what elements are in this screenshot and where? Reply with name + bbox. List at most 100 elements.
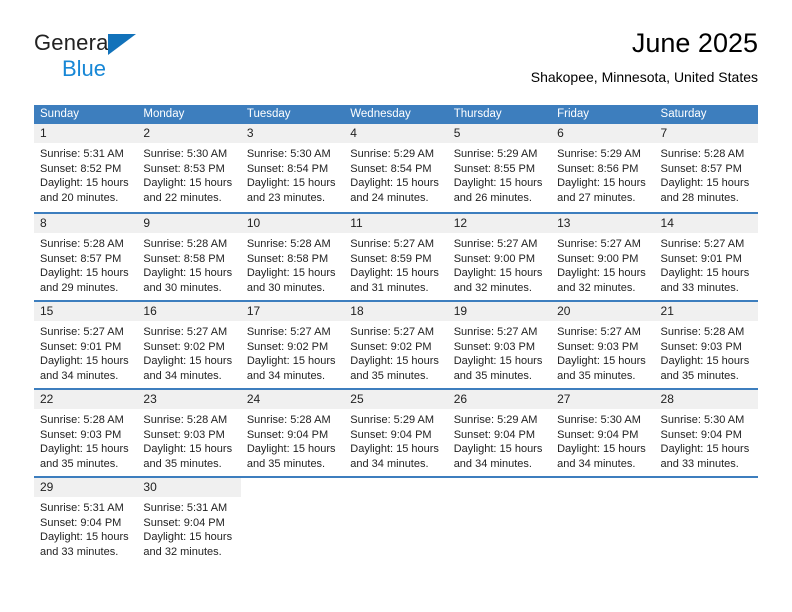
day-number: 2 (143, 126, 151, 140)
daylight-text-line2: and 30 minutes. (246, 281, 326, 294)
day-number: 21 (660, 304, 674, 318)
sunrise-text: Sunrise: 5:27 AM (453, 326, 538, 338)
day-number: 11 (350, 216, 363, 230)
logo-top-row: General (34, 30, 234, 56)
calendar-day-cell[interactable]: 9 Sunrise: 5:28 AM Sunset: 8:58 PM Daylight… (137, 214, 241, 300)
calendar-day-cell[interactable]: 3 Sunrise: 5:30 AM Sunset: 8:54 PM Daylight… (240, 124, 345, 212)
daylight-text-line1: Daylight: 15 hours (40, 355, 129, 368)
calendar-day-cell[interactable]: 10 Sunrise: 5:28 AM Sunset: 8:58 PM Dayligh… (240, 214, 345, 300)
calendar-day-cell[interactable]: 19 Sunrise: 5:27 AM Sunset: 9:03 PM Dayligh… (447, 302, 552, 388)
daylight-text-line1: Daylight: 15 hours (350, 267, 439, 280)
sunrise-text: Sunrise: 5:29 AM (557, 148, 641, 160)
day-sun-info: Sunrise: 5:27 AM Sunset: 9:02 PM Daylight:… (241, 321, 344, 383)
page-subtitle-location: Shakopee, Minnesota, United States (530, 69, 758, 85)
sunset-text: Sunset: 8:54 PM (246, 162, 329, 175)
day-number-band: 13 (551, 214, 655, 233)
day-number-band: 20 (551, 302, 655, 321)
day-number-band: 5 (447, 124, 552, 143)
day-number-band: 27 (551, 390, 655, 409)
calendar-day-cell[interactable]: 17 Sunrise: 5:27 AM Sunset: 9:02 PM Dayligh… (240, 302, 345, 388)
day-number: 20 (557, 304, 571, 318)
calendar-day-cell[interactable]: 7 Sunrise: 5:28 AM Sunset: 8:57 PM Daylight… (654, 124, 758, 212)
calendar-day-cell[interactable]: 18 Sunrise: 5:27 AM Sunset: 9:02 PM Dayligh… (344, 302, 448, 388)
day-sun-info: Sunrise: 5:29 AM Sunset: 9:04 PM Daylight:… (448, 409, 551, 471)
calendar-day-cell[interactable]: 14 Sunrise: 5:27 AM Sunset: 9:01 PM Dayligh… (654, 214, 758, 300)
calendar-day-cell[interactable]: 23 Sunrise: 5:28 AM Sunset: 9:03 PM Dayligh… (137, 390, 241, 476)
title-block: June 2025 Shakopee, Minnesota, United St… (531, 26, 758, 88)
daylight-text-line1: Daylight: 15 hours (246, 267, 336, 280)
sunrise-text: Sunrise: 5:30 AM (660, 414, 745, 426)
sunset-text: Sunset: 8:58 PM (143, 252, 225, 265)
calendar-day-cell[interactable]: 22 Sunrise: 5:28 AM Sunset: 9:03 PM Dayligh… (34, 390, 138, 476)
daylight-text-line1: Daylight: 15 hours (660, 177, 750, 190)
daylight-text-line2: and 34 minutes. (246, 369, 326, 382)
daylight-text-line1: Daylight: 15 hours (246, 355, 336, 368)
calendar-day-cell-empty (551, 478, 654, 564)
sunrise-text: Sunrise: 5:27 AM (350, 326, 435, 338)
sunset-text: Sunset: 9:01 PM (660, 252, 742, 265)
day-sun-info: Sunrise: 5:31 AM Sunset: 8:52 PM Daylight:… (34, 143, 137, 205)
day-number: 15 (40, 304, 54, 318)
sunset-text: Sunset: 9:00 PM (453, 252, 536, 265)
calendar-day-cell[interactable]: 30 Sunrise: 5:31 AM Sunset: 9:04 PM Dayligh… (137, 478, 241, 564)
day-number: 7 (660, 126, 668, 140)
sunrise-text: Sunrise: 5:29 AM (350, 414, 435, 426)
calendar-day-cell[interactable]: 11 Sunrise: 5:27 AM Sunset: 8:59 PM Dayligh… (344, 214, 448, 300)
calendar-weeks: 1 Sunrise: 5:31 AM Sunset: 8:52 PM Daylight… (34, 124, 758, 564)
calendar-day-cell[interactable]: 29 Sunrise: 5:31 AM Sunset: 9:04 PM Dayligh… (34, 478, 138, 564)
daylight-text-line2: and 35 minutes. (453, 369, 532, 382)
general-blue-logo[interactable]: General Blue (34, 30, 234, 86)
day-number: 19 (453, 304, 468, 318)
daylight-text-line1: Daylight: 15 hours (453, 267, 543, 280)
day-number: 10 (246, 216, 261, 230)
daylight-text-line1: Daylight: 15 hours (557, 267, 646, 280)
calendar-day-cell[interactable]: 21 Sunrise: 5:28 AM Sunset: 9:03 PM Dayligh… (654, 302, 758, 388)
daylight-text-line2: and 31 minutes. (350, 281, 429, 294)
daylight-text-line1: Daylight: 15 hours (143, 177, 233, 190)
calendar-day-cell[interactable]: 12 Sunrise: 5:27 AM Sunset: 9:00 PM Dayligh… (447, 214, 552, 300)
daylight-text-line2: and 33 minutes. (40, 545, 119, 558)
calendar-day-cell[interactable]: 27 Sunrise: 5:30 AM Sunset: 9:04 PM Dayligh… (551, 390, 655, 476)
sunset-text: Sunset: 8:57 PM (660, 162, 742, 175)
calendar-day-cell[interactable]: 20 Sunrise: 5:27 AM Sunset: 9:03 PM Dayligh… (551, 302, 655, 388)
daylight-text-line2: and 34 minutes. (350, 457, 429, 470)
day-sun-info: Sunrise: 5:30 AM Sunset: 9:04 PM Daylight:… (551, 409, 654, 471)
calendar-day-cell[interactable]: 26 Sunrise: 5:29 AM Sunset: 9:04 PM Dayligh… (447, 390, 552, 476)
sunrise-text: Sunrise: 5:27 AM (350, 238, 435, 250)
day-sun-info: Sunrise: 5:27 AM Sunset: 9:02 PM Daylight:… (344, 321, 447, 383)
day-number-band: 3 (240, 124, 345, 143)
day-number: 13 (557, 216, 571, 230)
day-number-band: 4 (344, 124, 448, 143)
day-sun-info: Sunrise: 5:27 AM Sunset: 9:03 PM Daylight:… (448, 321, 551, 383)
daylight-text-line2: and 30 minutes. (143, 281, 222, 294)
day-number: 16 (143, 304, 157, 318)
sunset-text: Sunset: 9:02 PM (350, 340, 432, 353)
daylight-text-line1: Daylight: 15 hours (453, 355, 543, 368)
calendar-day-cell[interactable]: 25 Sunrise: 5:29 AM Sunset: 9:04 PM Dayligh… (344, 390, 448, 476)
day-number-band: 26 (447, 390, 552, 409)
calendar-day-cell[interactable]: 15 Sunrise: 5:27 AM Sunset: 9:01 PM Dayligh… (34, 302, 138, 388)
day-number-band: 2 (137, 124, 241, 143)
calendar-day-cell-empty (448, 478, 551, 564)
calendar-day-cell[interactable]: 24 Sunrise: 5:28 AM Sunset: 9:04 PM Dayligh… (240, 390, 345, 476)
day-number: 5 (453, 126, 461, 140)
sunrise-text: Sunrise: 5:27 AM (557, 238, 641, 250)
daylight-text-line2: and 34 minutes. (453, 457, 532, 470)
calendar-day-cell[interactable]: 1 Sunrise: 5:31 AM Sunset: 8:52 PM Daylight… (34, 124, 138, 212)
day-number-band: 17 (240, 302, 345, 321)
calendar-day-cell-empty (344, 478, 447, 564)
calendar-day-cell[interactable]: 16 Sunrise: 5:27 AM Sunset: 9:02 PM Dayligh… (137, 302, 241, 388)
calendar-day-cell[interactable]: 13 Sunrise: 5:27 AM Sunset: 9:00 PM Dayligh… (551, 214, 655, 300)
sunrise-text: Sunrise: 5:31 AM (143, 502, 228, 514)
daylight-text-line2: and 33 minutes. (660, 281, 739, 294)
day-sun-info: Sunrise: 5:30 AM Sunset: 8:53 PM Daylight:… (137, 143, 240, 205)
calendar-day-cell[interactable]: 4 Sunrise: 5:29 AM Sunset: 8:54 PM Daylight… (344, 124, 448, 212)
daylight-text-line2: and 28 minutes. (660, 191, 739, 204)
calendar-day-cell[interactable]: 28 Sunrise: 5:30 AM Sunset: 9:04 PM Dayligh… (654, 390, 758, 476)
calendar-day-cell[interactable]: 8 Sunrise: 5:28 AM Sunset: 8:57 PM Daylight… (34, 214, 138, 300)
calendar-day-cell[interactable]: 2 Sunrise: 5:30 AM Sunset: 8:53 PM Daylight… (137, 124, 241, 212)
calendar-day-cell[interactable]: 6 Sunrise: 5:29 AM Sunset: 8:56 PM Daylight… (551, 124, 655, 212)
day-sun-info: Sunrise: 5:27 AM Sunset: 9:01 PM Daylight:… (655, 233, 758, 295)
sunrise-text: Sunrise: 5:28 AM (143, 414, 228, 426)
calendar-day-cell[interactable]: 5 Sunrise: 5:29 AM Sunset: 8:55 PM Daylight… (447, 124, 552, 212)
